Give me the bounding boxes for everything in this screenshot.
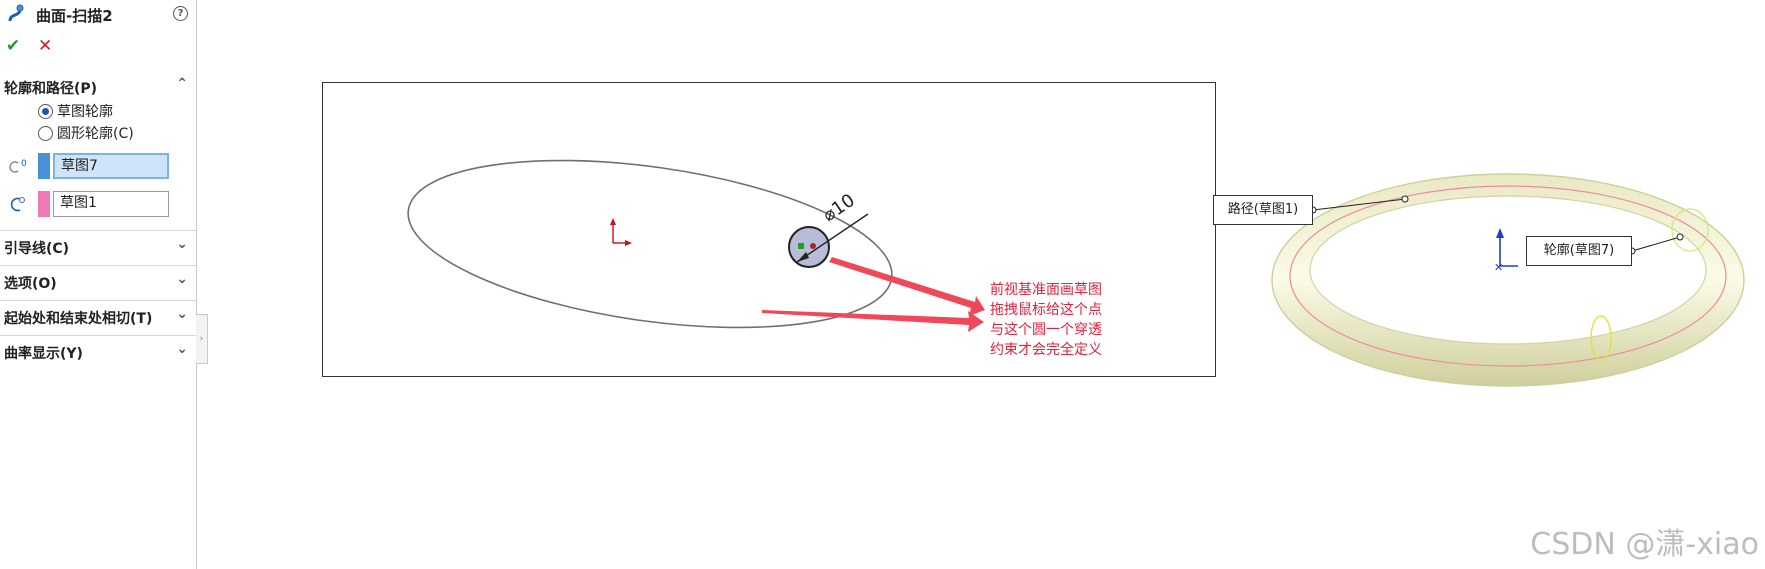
diameter-dimension-label: ⌀10 xyxy=(819,190,859,226)
annotation-line: 约束才会完全定义 xyxy=(990,342,1102,358)
annotation-arrow-icon xyxy=(762,257,985,332)
origin-icon xyxy=(610,218,632,246)
torus-preview xyxy=(1271,173,1745,387)
path-callout[interactable]: 路径(草图1) xyxy=(1213,195,1313,225)
graphics-area: ⌀10 ✕ xyxy=(407,159,1745,387)
annotation-line: 与这个圆一个穿透 xyxy=(990,322,1102,338)
sketch-annotation-note: 前视基准面画草图 拖拽鼠标给这个点 与这个圆一个穿透 约束才会完全定义 xyxy=(990,280,1130,360)
profile-callout[interactable]: 轮廓(草图7) xyxy=(1526,236,1632,266)
profile-circle[interactable] xyxy=(788,226,830,268)
annotation-line: 拖拽鼠标给这个点 xyxy=(990,302,1102,318)
watermark: CSDN @潇-xiao xyxy=(1530,527,1759,562)
svg-text:✕: ✕ xyxy=(1494,261,1503,274)
annotation-line: 前视基准面画草图 xyxy=(990,282,1102,298)
